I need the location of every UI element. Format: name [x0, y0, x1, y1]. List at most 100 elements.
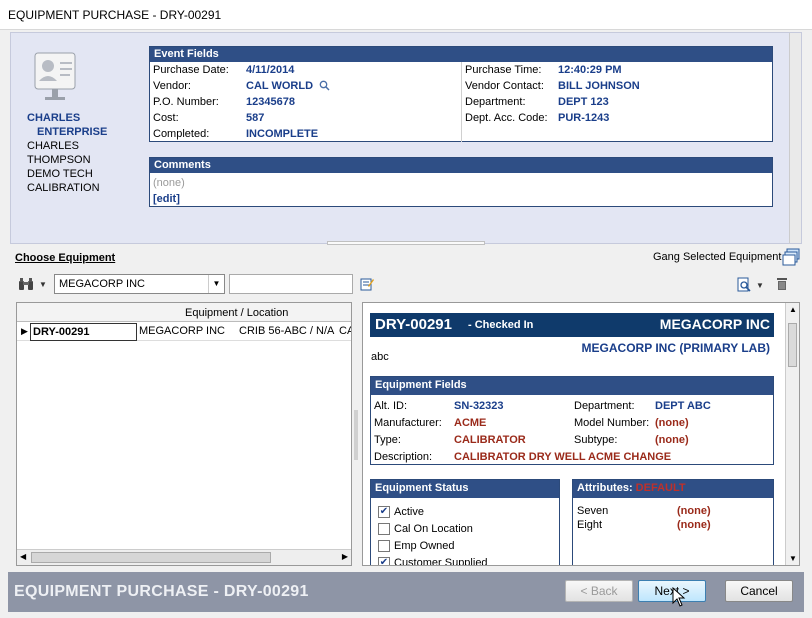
completed-label: Completed: [153, 128, 210, 140]
grid-cell-id[interactable]: DRY-00291 [30, 323, 137, 341]
zoom-document-icon[interactable] [736, 277, 752, 293]
chevron-down-icon[interactable]: ▼ [208, 275, 224, 293]
attribute-name: Seven [577, 505, 609, 517]
attributes-default[interactable]: DEFAULT [636, 482, 686, 494]
grid-cell-location[interactable]: CRIB 56-ABC / N/A [239, 325, 334, 337]
detail-scroll-thumb[interactable] [788, 323, 797, 367]
comments-value: (none) [153, 177, 185, 189]
dept-acc-code-value: PUR-1243 [558, 112, 610, 124]
department-value: DEPT 123 [558, 96, 609, 108]
checkbox-emp-owned[interactable] [378, 540, 390, 552]
cost-label: Cost: [153, 112, 179, 124]
alt-id-label: Alt. ID: [374, 400, 408, 412]
mouse-cursor-icon [672, 587, 686, 607]
binoculars-dropdown-icon[interactable]: ▼ [39, 280, 47, 289]
checkbox-customer-supplied-label: Customer Supplied [394, 557, 488, 566]
detail-lab: MEGACORP INC (PRIMARY LAB) [581, 341, 770, 355]
organization-combo[interactable]: MEGACORP INC ▼ [54, 274, 225, 294]
grid-horizontal-scrollbar[interactable]: ◀ ▶ [17, 549, 351, 565]
contact-card-icon [34, 52, 76, 100]
purchase-date-value: 4/11/2014 [246, 64, 295, 76]
equipment-status-header: Equipment Status [371, 480, 559, 498]
purchase-time-value: 12:40:29 PM [558, 64, 622, 76]
detail-department-value: DEPT ABC [655, 400, 711, 412]
detail-note: abc [371, 351, 389, 363]
po-number-label: P.O. Number: [153, 96, 219, 108]
description-label: Description: [374, 451, 433, 463]
event-fields-header: Event Fields [150, 47, 772, 62]
scroll-right-icon[interactable]: ▶ [342, 552, 348, 561]
vendor-contact-label: Vendor Contact: [465, 80, 544, 92]
scroll-up-icon[interactable]: ▲ [789, 305, 797, 314]
model-number-value: (none) [655, 417, 689, 429]
top-panel-scrollbar[interactable] [789, 33, 801, 243]
vendor-lookup-icon[interactable] [319, 80, 330, 91]
purchase-time-label: Purchase Time: [465, 64, 542, 76]
alt-id-value: SN-32323 [454, 400, 504, 412]
cancel-button[interactable]: Cancel [725, 580, 793, 602]
zoom-dropdown-icon[interactable]: ▼ [756, 281, 764, 290]
detail-status: - Checked In [468, 319, 534, 331]
detail-organization: MEGACORP INC [659, 316, 770, 332]
binoculars-icon[interactable] [18, 277, 34, 291]
detail-header: DRY-00291 - Checked In MEGACORP INC [370, 313, 774, 337]
checkbox-cal-on-location[interactable] [378, 523, 390, 535]
attribute-value: (none) [677, 519, 711, 531]
description-value: CALIBRATOR DRY WELL ACME CHANGE [454, 451, 672, 463]
vendor-value[interactable]: CAL WORLD [246, 80, 313, 92]
purchase-date-label: Purchase Date: [153, 64, 229, 76]
model-number-label: Model Number: [574, 417, 650, 429]
event-summary-panel: CHARLES ENTERPRISE CHARLES THOMPSON DEMO… [10, 32, 802, 245]
vertical-splitter[interactable] [354, 410, 358, 460]
gang-equipment-icon[interactable] [782, 248, 800, 266]
checkbox-active-label: Active [394, 506, 424, 518]
row-selector-icon: ▶ [21, 326, 28, 336]
manufacturer-value: ACME [454, 417, 487, 429]
checkbox-customer-supplied[interactable]: ✔ [378, 557, 390, 565]
enterprise-name-line2: ENTERPRISE [37, 126, 108, 138]
event-fields-box: Event Fields Purchase Date: 4/11/2014 Pu… [149, 46, 773, 142]
dept-acc-code-label: Dept. Acc. Code: [465, 112, 548, 124]
back-button[interactable]: < Back [565, 580, 633, 602]
scroll-left-icon[interactable]: ◀ [20, 552, 26, 561]
scroll-down-icon[interactable]: ▼ [789, 554, 797, 563]
checkbox-emp-owned-label: Emp Owned [394, 540, 455, 552]
cost-value: 587 [246, 112, 265, 124]
completed-value: INCOMPLETE [246, 128, 319, 140]
grid-cell-org[interactable]: MEGACORP INC [139, 325, 225, 337]
equipment-detail-panel: DRY-00291 - Checked In MEGACORP INC MEGA… [362, 302, 800, 566]
person-name: CHARLES THOMPSON [27, 140, 91, 166]
grid-column-header[interactable]: Equipment / Location [185, 307, 288, 319]
table-row[interactable]: ▶ DRY-00291 MEGACORP INC CRIB 56-ABC / N… [17, 323, 351, 341]
manufacturer-label: Manufacturer: [374, 417, 442, 429]
comments-header: Comments [150, 158, 772, 173]
person-info: CHARLES ENTERPRISE CHARLES THOMPSON DEMO… [27, 111, 145, 195]
subtype-label: Subtype: [574, 434, 618, 446]
type-label: Type: [374, 434, 401, 446]
detail-equipment-id: DRY-00291 [375, 316, 452, 333]
event-fields-divider [461, 62, 462, 142]
trash-icon[interactable] [776, 277, 788, 291]
checkbox-cal-on-location-label: Cal On Location [394, 523, 473, 535]
po-number-value: 12345678 [246, 96, 295, 108]
person-department: CALIBRATION [27, 182, 100, 194]
window-title: EQUIPMENT PURCHASE - DRY-00291 [8, 8, 222, 22]
vendor-label: Vendor: [153, 80, 191, 92]
edit-note-icon[interactable] [360, 277, 374, 291]
person-company: DEMO TECH [27, 168, 93, 180]
attributes-box: Attributes: DEFAULT Seven (none) Eight (… [572, 479, 774, 565]
grid-cell-extra[interactable]: CA [339, 325, 351, 337]
equipment-status-box: Equipment Status ✔ Active Cal On Locatio… [370, 479, 560, 566]
equipment-search-input[interactable] [229, 274, 353, 294]
splitter-handle[interactable] [327, 241, 485, 245]
grid-scroll-thumb[interactable] [31, 552, 271, 563]
detail-vertical-scrollbar[interactable]: ▲ ▼ [785, 303, 799, 565]
checkbox-active[interactable]: ✔ [378, 506, 390, 518]
comments-box: Comments (none) [edit] [149, 157, 773, 207]
gang-selected-label: Gang Selected Equipment [653, 251, 782, 263]
choose-equipment-label: Choose Equipment [15, 252, 116, 264]
subtype-value: (none) [655, 434, 689, 446]
enterprise-name-line1: CHARLES [27, 112, 81, 124]
comments-edit-link[interactable]: [edit] [153, 193, 180, 205]
detail-department-label: Department: [574, 400, 635, 412]
